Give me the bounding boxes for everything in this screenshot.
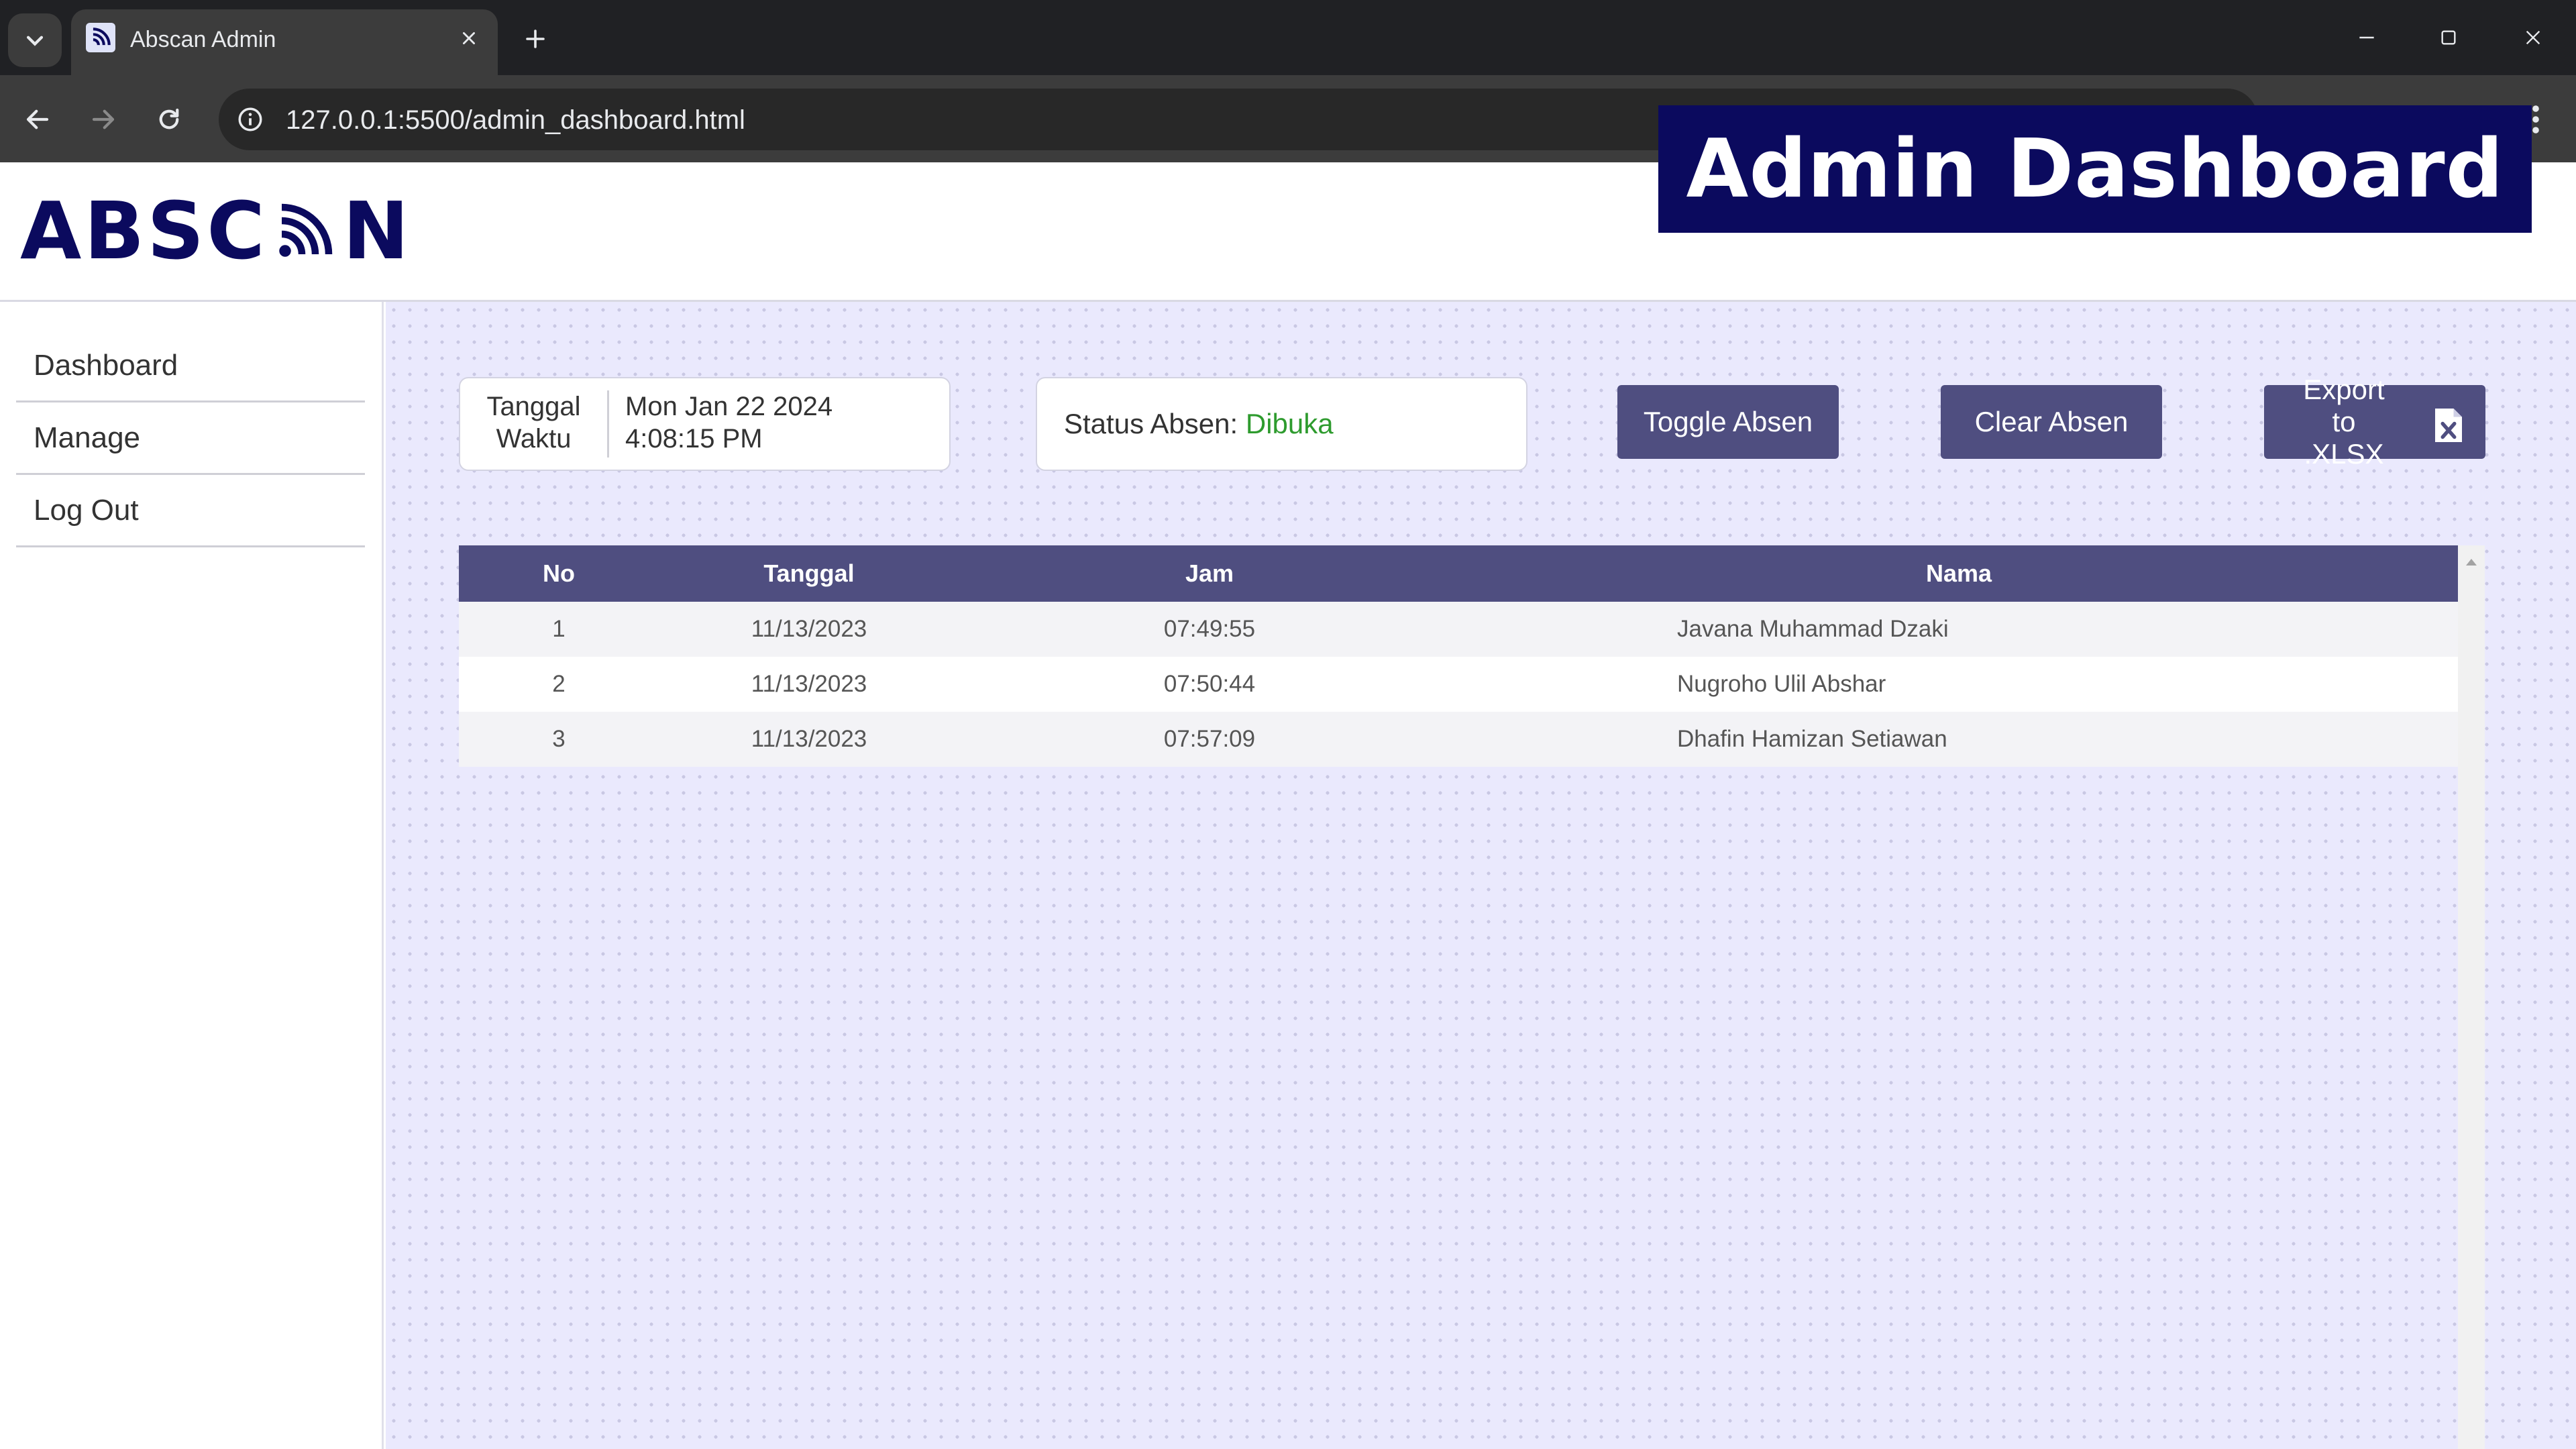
table-header: No Tanggal Jam Nama bbox=[459, 545, 2458, 602]
browser-tab-active[interactable]: Abscan Admin bbox=[71, 9, 498, 75]
cell-nama: Dhafin Hamizan Setiawan bbox=[1677, 726, 1947, 752]
new-tab-button[interactable] bbox=[517, 20, 554, 58]
datetime-card: Tanggal Waktu Mon Jan 22 2024 4:08:15 PM bbox=[459, 377, 951, 471]
sidebar: Dashboard Manage Log Out bbox=[0, 302, 384, 1449]
signal-wave-icon bbox=[279, 203, 333, 257]
overlay-title-banner: Admin Dashboard bbox=[1658, 105, 2532, 233]
cell-jam: 07:50:44 bbox=[1163, 671, 1256, 697]
sidebar-item-dashboard[interactable]: Dashboard bbox=[16, 330, 365, 402]
tab-search-button[interactable] bbox=[8, 13, 62, 67]
current-time: 4:08:15 PM bbox=[625, 424, 763, 453]
reload-icon bbox=[159, 108, 179, 129]
cell-jam: 07:49:55 bbox=[1163, 616, 1256, 642]
table-row: 3 11/13/2023 07:57:09 Dhafin Hamizan Set… bbox=[459, 712, 2458, 767]
close-tab-button[interactable] bbox=[452, 21, 486, 55]
main-content: Tanggal Waktu Mon Jan 22 2024 4:08:15 PM… bbox=[386, 302, 2576, 1449]
col-header-nama[interactable]: Nama bbox=[1460, 545, 2458, 602]
favicon-icon bbox=[86, 23, 115, 52]
more-vert-icon bbox=[2532, 105, 2539, 133]
export-label-line1: Export to bbox=[2303, 374, 2385, 437]
excel-file-icon bbox=[2435, 409, 2462, 442]
tab-title: Abscan Admin bbox=[130, 27, 276, 52]
chevron-down-icon bbox=[26, 36, 44, 46]
back-button[interactable] bbox=[13, 95, 62, 144]
cell-nama: Javana Muhammad Dzaki bbox=[1677, 616, 1949, 642]
logo-text-left: ABSC bbox=[20, 184, 268, 277]
minimize-icon bbox=[2359, 36, 2374, 39]
col-header-tanggal[interactable]: Tanggal bbox=[659, 545, 959, 602]
forward-button[interactable] bbox=[79, 95, 127, 144]
status-card: Status Absen: Dibuka bbox=[1036, 377, 1527, 471]
cell-jam: 07:57:09 bbox=[1163, 726, 1256, 752]
forward-icon bbox=[92, 109, 115, 129]
cell-no: 1 bbox=[552, 616, 566, 642]
reload-button[interactable] bbox=[145, 95, 193, 144]
col-header-jam[interactable]: Jam bbox=[959, 545, 1460, 602]
window-close-icon bbox=[2526, 30, 2540, 45]
maximize-button[interactable] bbox=[2422, 16, 2475, 59]
logo-text-right: N bbox=[342, 184, 412, 277]
cell-no: 2 bbox=[552, 671, 566, 697]
toggle-absen-button[interactable]: Toggle Absen bbox=[1617, 385, 1839, 459]
cell-no: 3 bbox=[552, 726, 566, 752]
scroll-up-arrow-icon[interactable] bbox=[2466, 559, 2477, 566]
status-text: Status Absen: Dibuka bbox=[1064, 408, 1334, 440]
window-close-button[interactable] bbox=[2506, 16, 2560, 59]
datetime-values: Mon Jan 22 2024 4:08:15 PM bbox=[625, 390, 833, 455]
cell-tanggal: 11/13/2023 bbox=[751, 616, 867, 642]
clear-absen-button[interactable]: Clear Absen bbox=[1941, 385, 2162, 459]
overlay-title: Admin Dashboard bbox=[1686, 122, 2504, 216]
browser-tab-bar: Abscan Admin bbox=[0, 0, 2576, 75]
url-text[interactable]: 127.0.0.1:5500/admin_dashboard.html bbox=[286, 105, 745, 136]
sidebar-item-log-out[interactable]: Log Out bbox=[16, 475, 365, 547]
table-row: 2 11/13/2023 07:50:44 Nugroho Ulil Absha… bbox=[459, 657, 2458, 712]
export-xlsx-button[interactable]: Export to .XLSX bbox=[2264, 374, 2485, 470]
info-icon[interactable] bbox=[235, 104, 266, 135]
current-date: Mon Jan 22 2024 bbox=[625, 392, 833, 421]
plus-icon bbox=[526, 30, 545, 48]
date-label: Tanggal bbox=[486, 392, 581, 421]
sidebar-item-manage[interactable]: Manage bbox=[16, 402, 365, 475]
minimize-button[interactable] bbox=[2340, 16, 2394, 59]
status-value: Dibuka bbox=[1245, 408, 1334, 439]
cell-tanggal: 11/13/2023 bbox=[751, 671, 867, 697]
back-icon bbox=[26, 109, 49, 129]
cell-tanggal: 11/13/2023 bbox=[751, 726, 867, 752]
abscan-logo[interactable]: ABSC N bbox=[20, 191, 412, 271]
table-scrollbar[interactable] bbox=[2458, 545, 2485, 1449]
export-label: Export to .XLSX bbox=[2288, 374, 2400, 470]
table-row: 1 11/13/2023 07:49:55 Javana Muhammad Dz… bbox=[459, 602, 2458, 657]
export-label-line2: .XLSX bbox=[2304, 438, 2384, 470]
cell-nama: Nugroho Ulil Abshar bbox=[1677, 671, 1886, 697]
close-icon bbox=[463, 32, 475, 44]
datetime-labels: Tanggal Waktu bbox=[460, 390, 609, 458]
status-label: Status Absen: bbox=[1064, 408, 1238, 439]
time-label: Waktu bbox=[496, 424, 572, 453]
maximize-icon bbox=[2441, 30, 2456, 45]
col-header-no[interactable]: No bbox=[459, 545, 659, 602]
